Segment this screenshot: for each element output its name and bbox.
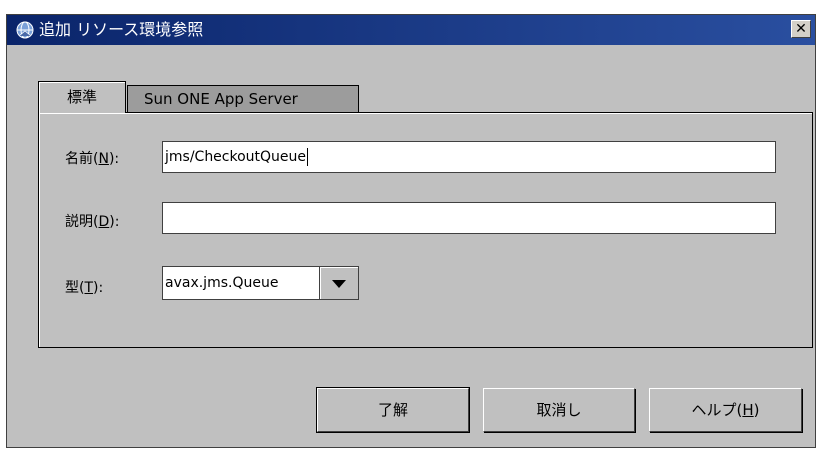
ok-button[interactable]: 了解 — [316, 387, 470, 433]
type-label: 型(T): — [65, 277, 103, 297]
description-label-suffix: ): — [109, 214, 120, 230]
type-select-value: avax.jms.Queue — [165, 275, 279, 291]
window-title: 追加 リソース環境参照 — [39, 20, 204, 39]
close-icon: ✕ — [795, 21, 807, 37]
close-button[interactable]: ✕ — [791, 20, 811, 38]
globe-app-icon — [16, 21, 34, 39]
type-select[interactable]: avax.jms.Queue — [162, 266, 319, 300]
help-button[interactable]: ヘルプ(H) — [649, 388, 802, 432]
description-mnemonic: D — [98, 214, 110, 230]
type-mnemonic: T — [84, 280, 94, 296]
type-label-text: 型( — [65, 280, 85, 296]
ok-button-label: 了解 — [377, 401, 408, 419]
help-button-label: ヘルプ( — [691, 401, 743, 419]
name-input-value: jms/CheckoutQueue — [165, 149, 307, 165]
text-caret — [307, 148, 309, 166]
description-input[interactable] — [162, 202, 776, 234]
name-label-text: 名前( — [65, 151, 99, 167]
cancel-button[interactable]: 取消し — [483, 388, 635, 432]
help-mnemonic: H — [742, 401, 754, 419]
name-mnemonic: N — [98, 151, 109, 167]
name-input[interactable]: jms/CheckoutQueue — [162, 141, 776, 173]
cancel-button-label: 取消し — [536, 401, 582, 419]
resource-env-ref-dialog: 追加 リソース環境参照 ✕ 標準 Sun ONE App Server 名前(N… — [6, 14, 816, 448]
name-label: 名前(N): — [65, 148, 119, 168]
chevron-down-icon — [332, 280, 346, 288]
description-label: 説明(D): — [65, 211, 119, 231]
tab-standard-label: 標準 — [66, 88, 97, 106]
description-label-text: 説明( — [65, 214, 99, 230]
title-bar[interactable]: 追加 リソース環境参照 ✕ — [7, 15, 815, 45]
tab-sun-one-label: Sun ONE App Server — [144, 90, 298, 108]
type-dropdown-button[interactable] — [319, 266, 359, 300]
type-label-suffix: ): — [93, 280, 104, 296]
tab-sun-one-app-server[interactable]: Sun ONE App Server — [127, 85, 359, 113]
name-label-suffix: ): — [108, 151, 120, 167]
help-button-suffix: ) — [753, 401, 760, 419]
tab-standard[interactable]: 標準 — [38, 81, 126, 113]
